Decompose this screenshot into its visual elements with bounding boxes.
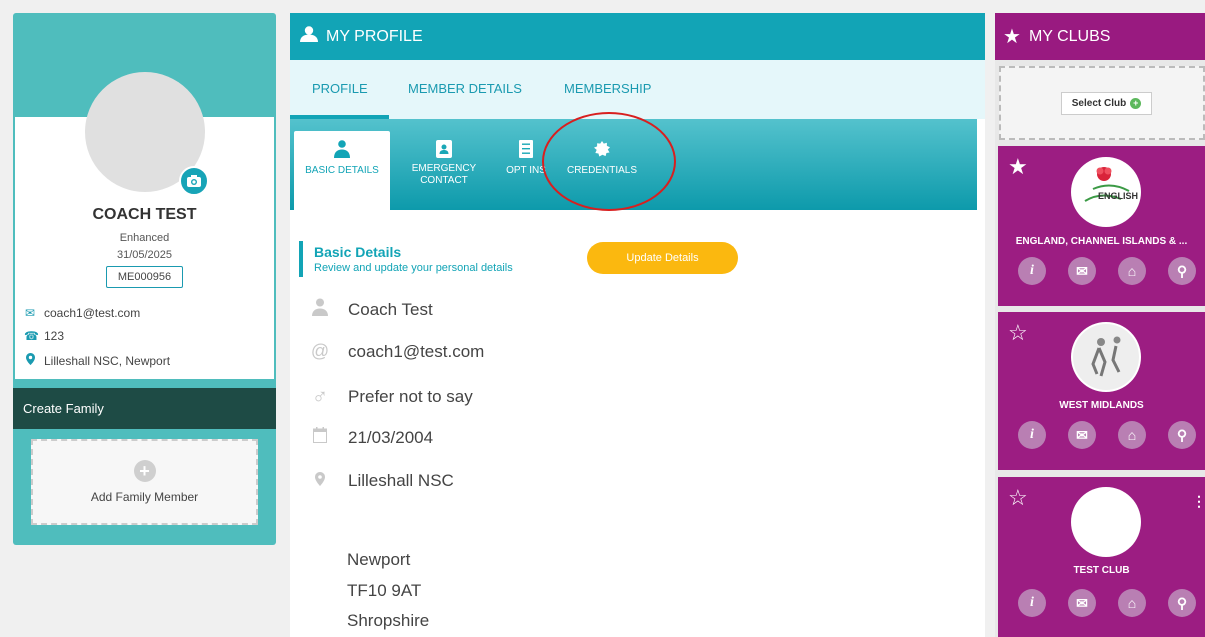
envelope-icon[interactable]: ✉ [1068,257,1096,285]
location-icon[interactable]: ⚲ [1168,257,1196,285]
map-pin-icon [310,470,330,491]
subtab-opt-ins-label: OPT INS [506,165,546,176]
profile-name: COACH TEST [92,206,197,223]
home-icon[interactable]: ⌂ [1118,257,1146,285]
info-icon[interactable]: i [1018,257,1046,285]
update-details-button[interactable]: Update Details [587,242,738,274]
tab-membership[interactable]: MEMBERSHIP [564,81,651,96]
at-sign-icon: @ [310,341,330,361]
section-subtitle: Review and update your personal details [314,262,513,274]
detail-email: @ coach1@test.com [310,341,484,362]
select-club-button[interactable]: Select Club + [1061,92,1152,115]
location-icon[interactable]: ⚲ [1168,421,1196,449]
my-clubs-title: MY CLUBS [1028,27,1111,45]
contact-phone: ☎ 123 [24,329,64,343]
contact-phone-text: 123 [44,329,65,343]
camera-icon[interactable] [179,166,209,196]
create-family-header[interactable]: Create Family [13,388,276,429]
contact-location: Lilleshall NSC, Newport [24,353,170,368]
person-icon [334,140,350,158]
detail-gender: ♂ Prefer not to say [310,384,473,410]
plus-icon: + [1130,98,1142,109]
detail-dob: 21/03/2004 [310,427,433,448]
club-logo-text: ENGLISH [1098,191,1138,201]
club-name: TEST CLUB [1073,565,1130,576]
detail-email-text: coach1@test.com [348,341,485,361]
my-profile-title: MY PROFILE [326,27,423,45]
checklist-icon [518,140,534,158]
user-icon [300,26,318,47]
my-profile-header: MY PROFILE [290,13,985,60]
club-name: ENGLAND, CHANNEL ISLANDS & ... [1015,236,1188,247]
red-circle-annotation [542,112,676,211]
tab-profile[interactable]: PROFILE [312,81,368,96]
add-family-member-label: Add Family Member [90,490,199,504]
subtab-emergency-label-1: EMERGENCY [411,163,477,174]
section-title: Basic Details [314,244,402,260]
detail-address-line1: Lilleshall NSC [348,470,454,490]
envelope-icon[interactable]: ✉ [1068,589,1096,617]
select-club-label: Select Club [1071,98,1127,109]
membership-expiry: 31/05/2025 [116,249,173,261]
detail-dob-text: 21/03/2004 [348,427,434,447]
map-pin-icon [24,353,36,368]
subtab-emergency-contact[interactable]: EMERGENCY CONTACT [399,140,489,187]
favourite-star-outline-icon[interactable]: ☆ [1008,485,1028,511]
home-icon[interactable]: ⌂ [1118,421,1146,449]
section-accent-bar [299,241,303,277]
my-clubs-header: ★ MY CLUBS [995,13,1205,60]
info-icon[interactable]: i [1018,589,1046,617]
star-icon: ★ [1003,26,1021,48]
subtab-emergency-label-2: CONTACT [420,175,468,186]
detail-postcode: TF10 9AT [347,581,422,600]
male-symbol-icon: ♂ [311,384,329,409]
phone-icon: ☎ [24,329,39,343]
contact-card-icon [436,140,452,158]
detail-name-text: Coach Test [348,299,433,319]
home-icon[interactable]: ⌂ [1118,589,1146,617]
envelope-icon: ✉ [24,306,36,320]
subtab-basic-details[interactable]: BASIC DETAILS [297,140,387,176]
contact-email-text: coach1@test.com [44,306,141,320]
person-icon [310,298,330,321]
subtab-basic-details-label: BASIC DETAILS [305,165,379,176]
detail-name: Coach Test [310,298,433,321]
contact-location-text: Lilleshall NSC, Newport [44,353,171,368]
detail-address: Lilleshall NSC [310,470,454,491]
location-icon[interactable]: ⚲ [1168,589,1196,617]
tab-member-details[interactable]: MEMBER DETAILS [408,81,522,96]
detail-gender-text: Prefer not to say [348,387,473,406]
membership-status: Enhanced [119,232,170,244]
club-logo [1071,322,1141,392]
club-logo [1071,487,1141,557]
member-id-badge: ME000956 [106,266,183,288]
favourite-star-icon[interactable]: ★ [1008,154,1028,180]
detail-town: Newport [347,550,411,569]
contact-email: ✉ coach1@test.com [24,306,140,320]
club-name: WEST MIDLANDS [1059,400,1144,411]
detail-county: Shropshire [347,611,430,630]
envelope-icon[interactable]: ✉ [1068,421,1096,449]
add-family-member-button[interactable]: + Add Family Member [31,439,258,525]
favourite-star-outline-icon[interactable]: ☆ [1008,320,1028,346]
club-logo: ENGLISH [1071,157,1141,227]
plus-icon: + [133,460,156,482]
more-options-icon[interactable]: ⋮ [1192,493,1205,510]
info-icon[interactable]: i [1018,421,1046,449]
calendar-icon [310,427,330,448]
